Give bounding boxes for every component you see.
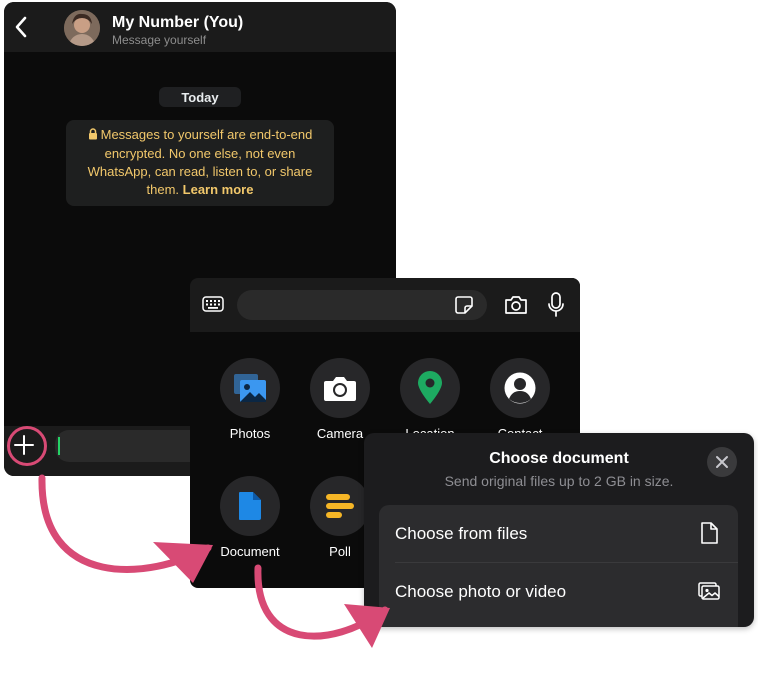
keyboard-button[interactable] (202, 296, 224, 312)
document-options-list: Choose from files Choose photo or video (379, 505, 738, 627)
sticker-icon (455, 296, 473, 314)
camera-button[interactable] (504, 294, 528, 316)
sheet-title: Choose document (489, 450, 629, 467)
close-button[interactable] (707, 447, 737, 477)
microphone-button[interactable] (548, 292, 564, 318)
choose-document-sheet: Choose document Send original files up t… (364, 433, 754, 627)
learn-more-link[interactable]: Learn more (183, 182, 254, 197)
location-icon (418, 371, 442, 404)
camera-icon (324, 377, 356, 401)
attach-option-document[interactable]: Document (205, 476, 295, 566)
message-input[interactable] (55, 430, 205, 462)
attachment-message-input[interactable] (237, 290, 487, 320)
arrow-to-document (38, 474, 212, 573)
camera-icon (505, 296, 527, 314)
document-icon (239, 492, 261, 520)
choose-from-files-option[interactable]: Choose from files (379, 505, 738, 563)
sticker-button[interactable] (454, 295, 474, 315)
contact-icon (504, 372, 536, 404)
lock-icon (88, 127, 98, 145)
gallery-icon (697, 579, 721, 603)
poll-icon (326, 494, 354, 518)
chevron-left-icon (15, 16, 27, 38)
attach-option-label: Photos (229, 426, 271, 441)
date-separator: Today (159, 87, 241, 107)
attach-option-label: Document (220, 544, 280, 559)
microphone-icon (548, 292, 564, 317)
attach-option-photos[interactable]: Photos (205, 358, 295, 448)
close-icon (716, 456, 728, 468)
option-label: Choose photo or video (395, 582, 567, 601)
encryption-notice[interactable]: Messages to yourself are end-to-end encr… (66, 120, 334, 206)
option-label: Choose from files (395, 524, 528, 543)
chat-title[interactable]: My Number (You) (112, 14, 243, 32)
chat-subtitle: Message yourself (112, 33, 207, 47)
photos-icon (234, 374, 266, 402)
choose-photo-or-video-option[interactable]: Choose photo or video (379, 563, 738, 621)
text-cursor (58, 437, 60, 455)
file-icon (697, 521, 721, 545)
avatar[interactable] (64, 10, 100, 46)
keyboard-icon (202, 296, 224, 312)
back-button[interactable] (10, 16, 32, 38)
highlight-circle (7, 426, 47, 466)
sheet-subtitle: Send original files up to 2 GB in size. (444, 473, 674, 489)
